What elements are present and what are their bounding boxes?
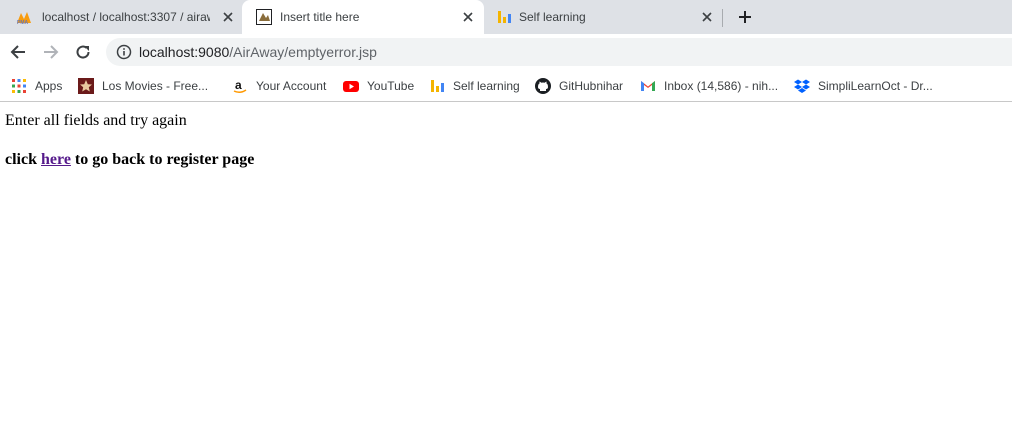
tab-strip: PMA localhost / localhost:3307 / airaw I… [0,0,1012,34]
bookmarks-bar: Apps Los Movies - Free... a Your Account… [0,70,1012,102]
error-message: Enter all fields and try again [5,112,187,129]
bookmark-your-account[interactable]: a Your Account [232,76,326,96]
arrow-left-icon [10,45,25,59]
bars-icon [431,80,444,92]
plus-icon [739,11,751,23]
back-link[interactable]: here [41,151,71,168]
bars-icon [498,11,511,23]
bookmark-los-movies[interactable]: Los Movies - Free... [78,76,208,96]
bookmark-gmail[interactable]: Inbox (14,586) - nih... [640,76,778,96]
url-path: /AirAway/emptyerror.jsp [229,44,377,60]
youtube-icon [343,81,359,92]
browser-toolbar: localhost:9080/AirAway/emptyerror.jsp [0,34,1012,70]
bookmark-label: Los Movies - Free... [102,79,209,93]
dropbox-icon [794,79,810,93]
bookmark-label: Your Account [256,79,327,93]
back-instruction: click here to go back to register page [5,151,254,169]
bookmark-dropbox[interactable]: SimpliLearnOct - Dr... [794,76,933,96]
reload-icon [76,45,90,59]
star-icon [78,78,94,94]
tab-insert-title[interactable]: Insert title here [242,0,484,34]
forward-button[interactable] [38,39,64,65]
svg-text:a: a [235,78,242,92]
bookmark-label: Self learning [453,79,520,93]
tab-title: Self learning [519,10,586,24]
bookmark-github[interactable]: GitHubnihar [535,76,623,96]
info-icon[interactable] [116,44,132,60]
svg-text:PMA: PMA [17,20,29,25]
bookmark-label: Inbox (14,586) - nih... [664,79,779,93]
tab-title: localhost / localhost:3307 / airaw [42,10,210,24]
address-bar[interactable]: localhost:9080/AirAway/emptyerror.jsp [106,38,1012,66]
back-button[interactable] [5,39,31,65]
bookmark-apps[interactable]: Apps [11,76,62,96]
close-tab-icon[interactable] [219,8,237,26]
tab-phpmyadmin[interactable]: PMA localhost / localhost:3307 / airaw [0,0,242,34]
amazon-icon: a [233,78,247,94]
close-tab-icon[interactable] [459,8,477,26]
back-suffix: to go back to register page [70,151,255,168]
tab-divider [722,9,723,27]
arrow-right-icon [44,45,59,59]
bookmark-label: GitHubnihar [559,79,624,93]
back-prefix: click [5,151,41,168]
phpmyadmin-icon: PMA [17,12,31,25]
bookmark-label: Apps [35,79,63,93]
url-text[interactable]: localhost:9080/AirAway/emptyerror.jsp [139,44,377,60]
new-tab-button[interactable] [734,6,756,28]
reload-button[interactable] [70,39,96,65]
gmail-icon [641,81,655,91]
close-tab-icon[interactable] [698,8,716,26]
bookmark-youtube[interactable]: YouTube [343,76,414,96]
apps-grid-icon [12,79,26,93]
page-icon [256,9,272,25]
bookmark-label: SimpliLearnOct - Dr... [818,79,933,93]
github-icon [535,78,551,94]
bookmark-self-learning[interactable]: Self learning [429,76,520,96]
bookmark-label: YouTube [367,79,415,93]
tab-title: Insert title here [280,10,360,24]
tab-self-learning[interactable]: Self learning [484,0,722,34]
url-host: localhost:9080 [139,44,230,60]
